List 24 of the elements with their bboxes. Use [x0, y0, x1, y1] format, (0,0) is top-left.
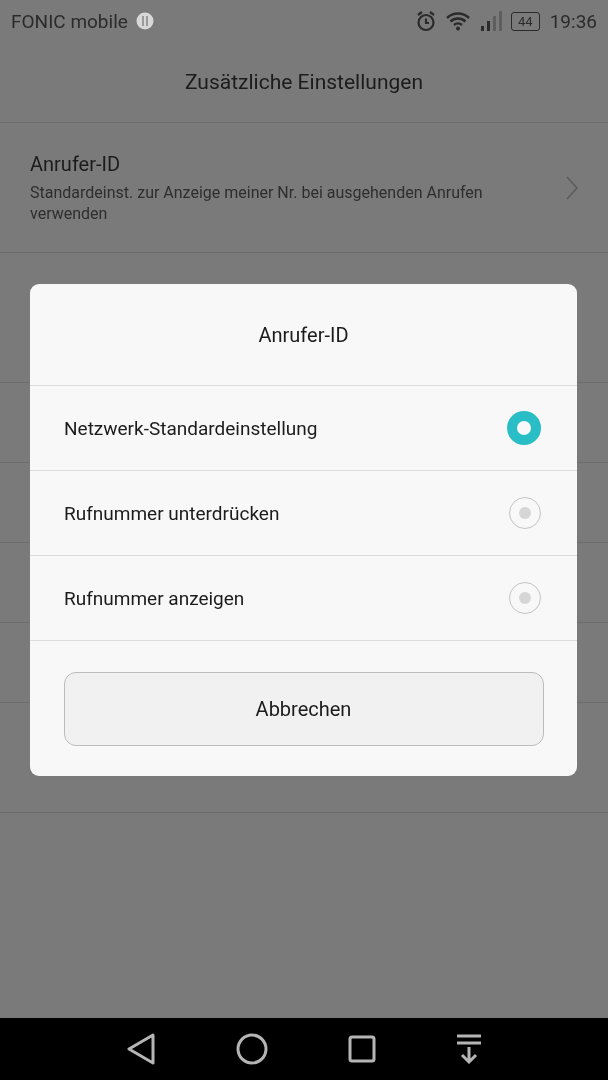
recent-apps-icon[interactable]: [348, 1035, 376, 1063]
dialog-title: Anrufer-ID: [258, 322, 349, 347]
setting-title: Anrufer-ID: [30, 151, 122, 176]
sim-icon: [135, 12, 154, 30]
radio-option[interactable]: Netzwerk-Standardeinstellung: [30, 386, 577, 471]
clock: 19:36: [549, 9, 597, 33]
radio-button[interactable]: [509, 582, 541, 614]
chevron-icon: [566, 175, 578, 200]
notification-shade-icon[interactable]: [456, 1034, 482, 1064]
setting-description: Standardeinst. zur Anzeige meiner Nr. bei ausgehenden Anrufen verwenden: [30, 181, 484, 224]
alarm-icon: [415, 10, 438, 32]
wifi-icon: [445, 11, 472, 31]
battery-indicator: 44: [511, 11, 540, 31]
cancel-button[interactable]: Abbrechen: [63, 671, 544, 746]
carrier-name: FONIC mobile: [11, 9, 128, 33]
screen-title: Zusätzliche Einstellungen: [185, 70, 423, 94]
back-icon[interactable]: [126, 1033, 156, 1065]
radio-option[interactable]: Rufnummer anzeigen: [30, 556, 577, 641]
radio-option[interactable]: Rufnummer unterdrücken: [30, 471, 577, 556]
radio-button[interactable]: [509, 497, 541, 529]
signal-icon: [479, 11, 504, 31]
settings-item[interactable]: Anrufer-ID Standardeinst. zur Anzeige meiner Nr. bei ausgehenden Anrufen verwenden: [0, 123, 608, 253]
home-icon[interactable]: [236, 1033, 268, 1065]
radio-button[interactable]: [507, 411, 541, 445]
